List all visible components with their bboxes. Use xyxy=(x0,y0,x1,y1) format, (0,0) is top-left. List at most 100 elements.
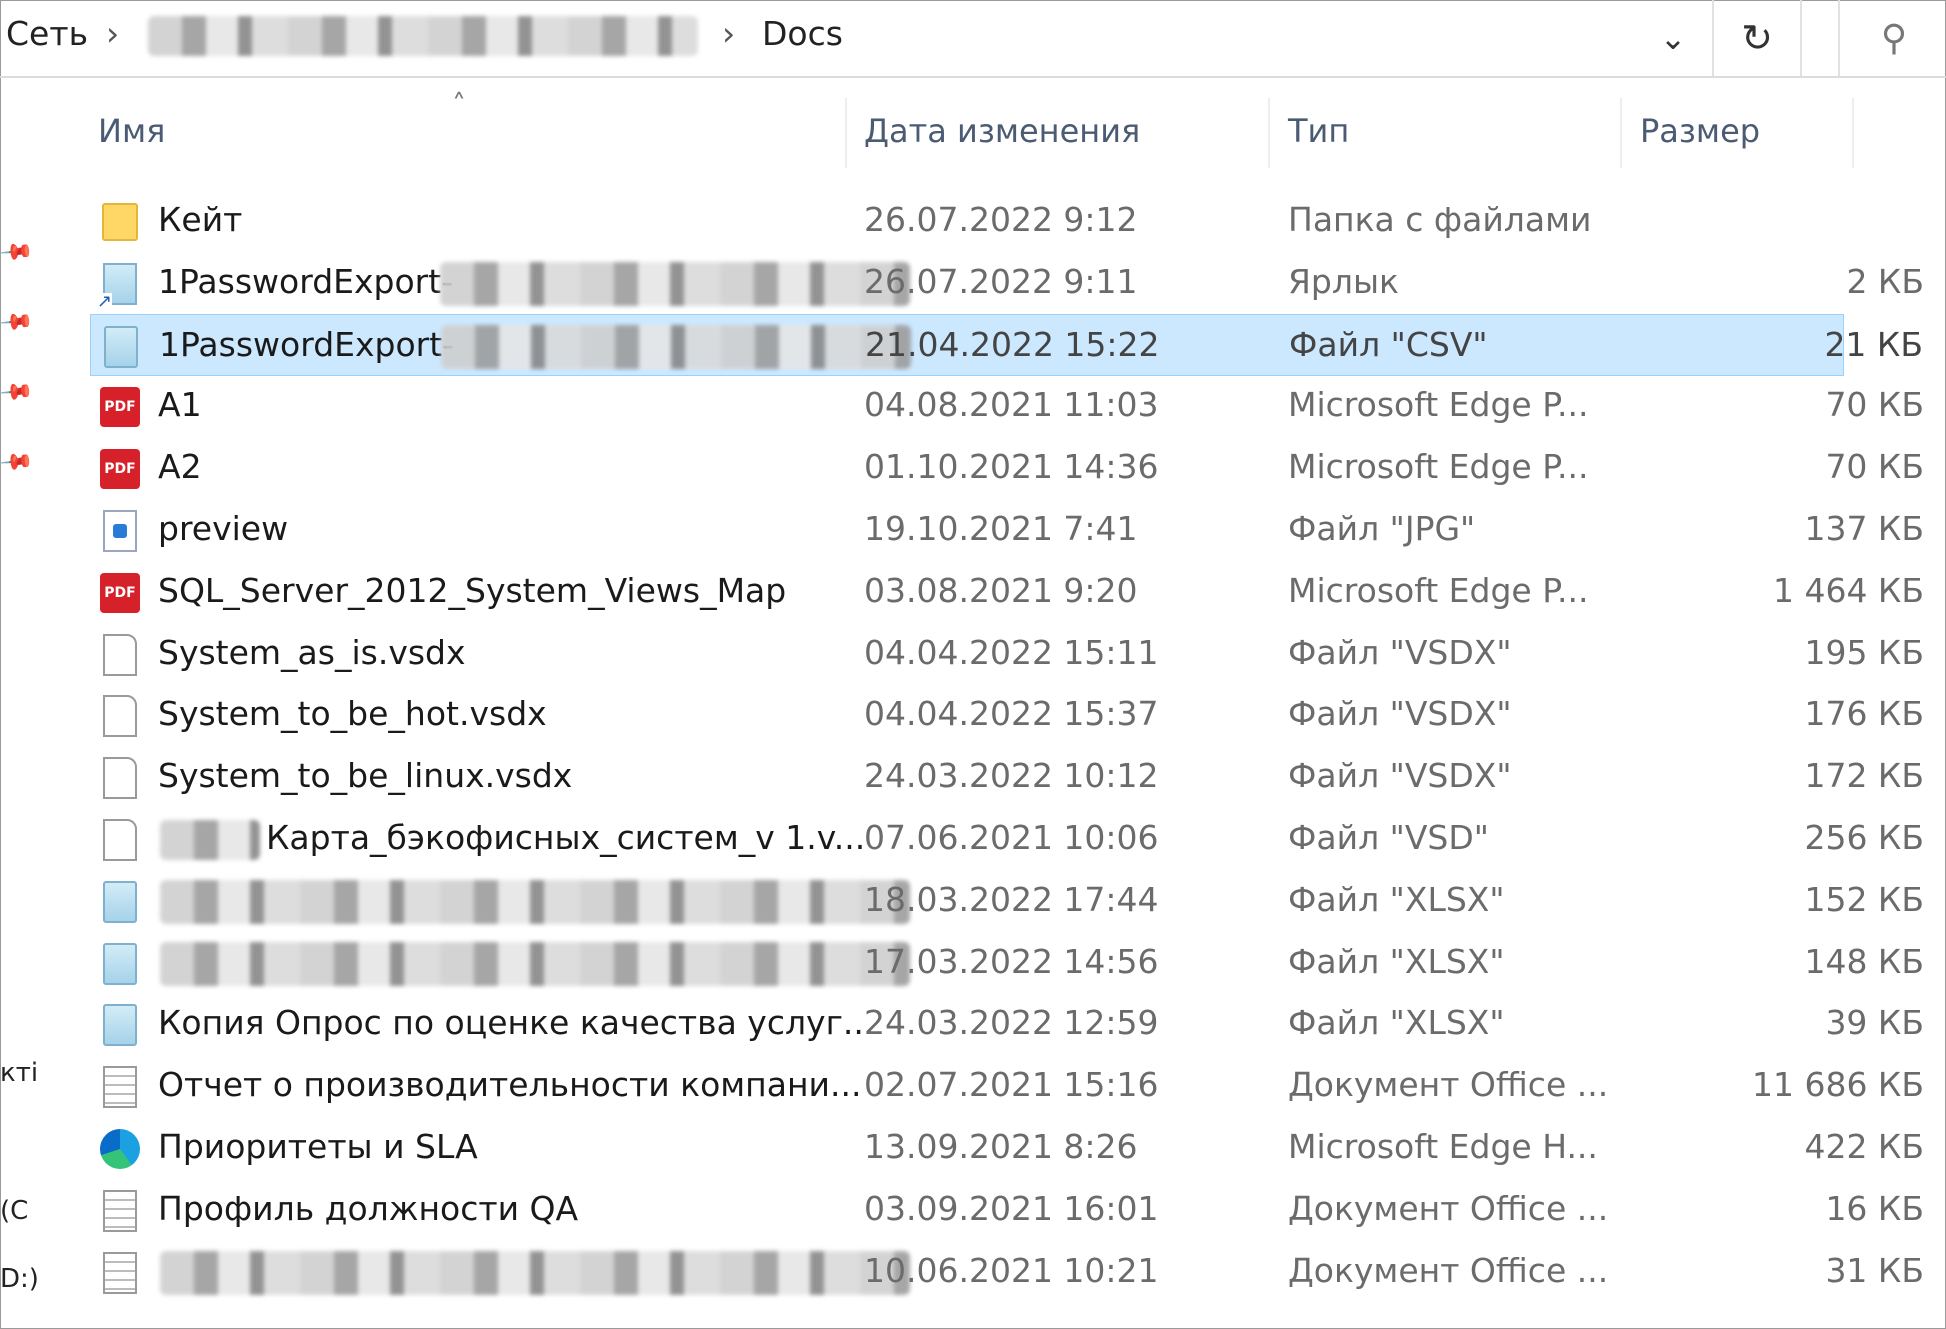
file-size: 172 КБ xyxy=(1804,756,1924,796)
file-date: 24.03.2022 10:12 xyxy=(864,756,1159,796)
redacted-name xyxy=(441,324,911,369)
file-row[interactable]: Профиль должности QA 03.09.2021 16:01 Доку… xyxy=(90,1179,1924,1241)
file-size: 39 КБ xyxy=(1825,1003,1924,1043)
file-name: Кейт xyxy=(158,200,243,239)
file-row[interactable]: Приоритеты и SLA 13.09.2021 8:26 Microsoft… xyxy=(90,1117,1924,1179)
file-name: Отчет о производительности компани... xyxy=(158,1065,862,1105)
column-divider[interactable] xyxy=(1620,98,1622,168)
document-icon xyxy=(100,818,140,862)
breadcrumb-current[interactable]: Docs xyxy=(762,14,843,53)
file-type: Файл "VSDX" xyxy=(1288,694,1512,734)
file-row-selected[interactable]: 1PasswordExport- 21.04.2022 15:22 Файл "CS… xyxy=(90,313,1923,376)
breadcrumb-network[interactable]: Сеть xyxy=(6,14,88,53)
file-row[interactable]: Карта_бэкофисных_систем_v 1.v... 07.06.20… xyxy=(90,808,1924,870)
file-type: Файл "VSD" xyxy=(1288,818,1489,857)
redacted-name xyxy=(160,1250,910,1295)
redacted-name xyxy=(160,879,910,924)
file-row[interactable]: Кейт 26.07.2022 9:12 Папка с файлами xyxy=(90,190,1844,252)
file-date: 04.04.2022 15:11 xyxy=(864,632,1159,672)
file-size: 148 КБ xyxy=(1804,941,1924,981)
pdf-icon: PDF xyxy=(100,385,140,429)
file-row[interactable]: PDF A2 01.10.2021 14:36 Microsoft Edge P...… xyxy=(90,437,1924,499)
file-row[interactable]: 18.03.2022 17:44 Файл "XLSX" 152 КБ xyxy=(90,870,1924,932)
file-date: 13.09.2021 8:26 xyxy=(864,1127,1138,1166)
file-row[interactable]: Отчет о производительности компани... 02.… xyxy=(90,1055,1924,1117)
file-size: 16 КБ xyxy=(1825,1188,1924,1228)
file-date: 03.09.2021 16:01 xyxy=(864,1188,1159,1228)
file-type: Файл "XLSX" xyxy=(1288,941,1505,981)
spreadsheet-icon xyxy=(100,1003,140,1047)
file-type: Папка с файлами xyxy=(1288,200,1592,239)
file-date: 04.08.2021 11:03 xyxy=(864,385,1159,425)
spreadsheet-icon xyxy=(101,325,141,369)
file-date: 02.07.2021 15:16 xyxy=(864,1065,1159,1105)
file-row[interactable]: 17.03.2022 14:56 Файл "XLSX" 148 КБ xyxy=(90,932,1924,994)
file-date: 18.03.2022 17:44 xyxy=(864,879,1159,919)
nav-pane-label[interactable]: (C xyxy=(0,1196,28,1226)
file-type: Документ Office ... xyxy=(1288,1250,1609,1290)
file-row[interactable]: System_to_be_hot.vsdx 04.04.2022 15:37 Фай… xyxy=(90,684,1924,746)
column-header-name[interactable]: Имя xyxy=(98,112,165,150)
file-date: 24.03.2022 12:59 xyxy=(864,1003,1159,1043)
column-divider[interactable] xyxy=(1268,98,1270,168)
file-type: Файл "XLSX" xyxy=(1288,1003,1505,1043)
refresh-icon[interactable]: ↻ xyxy=(1712,0,1802,76)
document-icon xyxy=(100,694,140,738)
column-divider[interactable] xyxy=(1852,98,1854,168)
file-type: Ярлык xyxy=(1288,261,1399,301)
file-name: Профиль должности QA xyxy=(158,1188,579,1228)
file-row[interactable]: System_to_be_linux.vsdx 24.03.2022 10:12 Ф… xyxy=(90,746,1924,808)
nav-pane-label[interactable]: кті xyxy=(0,1058,38,1088)
pdf-icon: PDF xyxy=(100,571,140,615)
search-icon[interactable]: ⚲ xyxy=(1838,0,1946,76)
breadcrumb-separator-icon[interactable]: › xyxy=(722,14,735,53)
file-date: 26.07.2022 9:11 xyxy=(864,261,1138,301)
file-date: 17.03.2022 14:56 xyxy=(864,941,1159,981)
column-header-type[interactable]: Тип xyxy=(1288,112,1349,150)
column-header-size[interactable]: Размер xyxy=(1640,112,1760,150)
file-size: 195 КБ xyxy=(1804,632,1924,672)
file-date: 19.10.2021 7:41 xyxy=(864,509,1138,548)
breadcrumb-redacted[interactable] xyxy=(148,16,698,56)
file-type: Документ Office ... xyxy=(1288,1188,1609,1228)
file-row[interactable]: Копия Опрос по оценке качества услуг... 2… xyxy=(90,993,1924,1055)
address-bar[interactable]: Сеть › › Docs ⌄ ↻ ⚲ xyxy=(0,0,1946,78)
column-header-date[interactable]: Дата изменения xyxy=(864,112,1140,150)
file-row[interactable]: PDF SQL_Server_2012_System_Views_Map 03.08… xyxy=(90,561,1924,623)
file-type: Microsoft Edge P... xyxy=(1288,570,1589,610)
file-date: 21.04.2022 15:22 xyxy=(865,324,1160,364)
breadcrumb-separator-icon[interactable]: › xyxy=(106,14,119,53)
file-size: 31 КБ xyxy=(1825,1250,1924,1290)
file-row[interactable]: 10.06.2021 10:21 Документ Office ... 31 КБ xyxy=(90,1241,1924,1303)
file-type: Файл "JPG" xyxy=(1288,509,1476,548)
file-row[interactable]: System_as_is.vsdx 04.04.2022 15:11 Файл "V… xyxy=(90,623,1924,685)
file-type: Файл "VSDX" xyxy=(1288,632,1512,672)
file-date: 04.04.2022 15:37 xyxy=(864,694,1159,734)
file-name: System_to_be_hot.vsdx xyxy=(158,694,547,734)
image-file-icon xyxy=(100,509,140,553)
file-type: Microsoft Edge H... xyxy=(1288,1127,1598,1166)
file-type: Microsoft Edge P... xyxy=(1288,447,1589,487)
spreadsheet-icon xyxy=(100,880,140,924)
column-divider[interactable] xyxy=(845,98,847,168)
text-document-icon xyxy=(100,1251,140,1295)
file-row[interactable]: PDF A1 04.08.2021 11:03 Microsoft Edge P...… xyxy=(90,375,1924,437)
file-type: Документ Office ... xyxy=(1288,1065,1609,1105)
file-name: 1PasswordExport- xyxy=(159,324,455,364)
file-name: Карта_бэкофисных_систем_v 1.v... xyxy=(266,818,866,857)
file-name: A1 xyxy=(158,385,202,425)
address-history-chevron-down-icon[interactable]: ⌄ xyxy=(1638,0,1708,76)
file-name: 1PasswordExport- xyxy=(158,261,454,301)
file-size: 1 464 КБ xyxy=(1772,570,1924,610)
file-name: System_as_is.vsdx xyxy=(158,632,466,672)
file-name: A2 xyxy=(158,447,202,487)
text-document-icon xyxy=(100,1189,140,1233)
file-row[interactable]: preview 19.10.2021 7:41 Файл "JPG" 137 КБ xyxy=(90,499,1924,561)
file-size: 137 КБ xyxy=(1804,509,1924,548)
nav-pane-label[interactable]: D:) xyxy=(0,1264,39,1294)
file-size: 2 КБ xyxy=(1846,261,1924,301)
file-name: preview xyxy=(158,509,289,548)
file-row[interactable]: 1PasswordExport- 26.07.2022 9:11 Ярлык 2 КБ xyxy=(90,252,1924,314)
file-type: Файл "XLSX" xyxy=(1288,879,1505,919)
document-icon xyxy=(100,633,140,677)
